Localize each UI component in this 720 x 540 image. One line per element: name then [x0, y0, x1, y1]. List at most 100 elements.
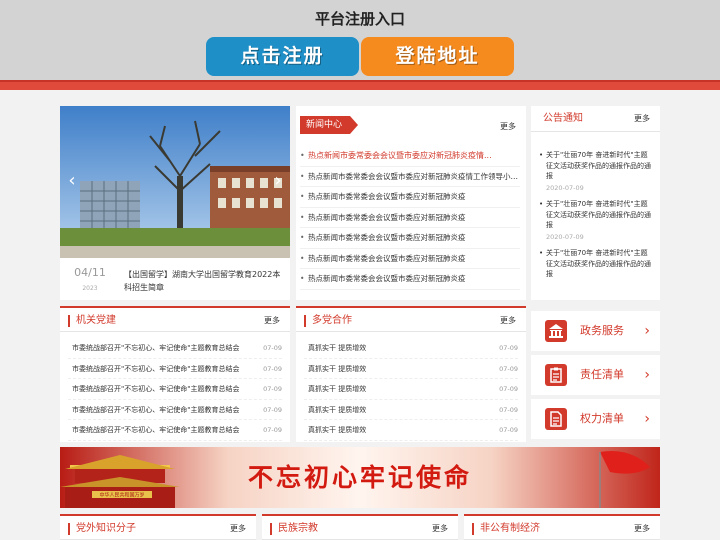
coop-more-link[interactable]: 更多 [500, 308, 516, 334]
list-item[interactable]: 真抓实干 提质增效 07-09 [304, 420, 518, 441]
news-item[interactable]: 热点新闻市委常委会会议暨市委应对新冠肺炎疫情... [300, 146, 520, 167]
list-item-date: 07-09 [499, 344, 518, 352]
party-header: 机关党建 更多 [60, 306, 290, 332]
list-item-date: 07-09 [499, 364, 518, 373]
chevron-right-icon: › [644, 367, 650, 383]
service-label: 政务服务 [580, 324, 624, 337]
notice-item-text: 关于"壮丽70年 奋进新时代"主题征文活动获奖作品的通报作品的通报 [546, 249, 651, 278]
clipboard-icon [545, 364, 567, 386]
slide-caption-link[interactable]: 【出国留学】湖南大学出国留学教育2022本科招生简章 [124, 268, 284, 294]
bottom-more-link[interactable]: 更多 [634, 516, 650, 540]
notice-item-text: 关于"壮丽70年 奋进新时代"主题征文活动获奖作品的通报作品的通报 [546, 151, 651, 180]
register-button[interactable]: 点击注册 [206, 37, 359, 76]
news-center-title: 新闻中心 [300, 116, 359, 134]
flag-icon [599, 451, 650, 508]
list-item-text: 真抓实干 提质增效 [308, 344, 367, 352]
list-item-date: 07-09 [263, 426, 282, 434]
notice-item-date: 2020-07-09 [546, 232, 584, 241]
bank-icon [545, 320, 567, 342]
notice-list: 关于"壮丽70年 奋进新时代"主题征文活动获奖作品的通报作品的通报 2020-07… [539, 150, 654, 286]
list-item[interactable]: 市委统战部召开"不忘初心、牢记使命"主题教育总结会 07-09 [68, 420, 282, 441]
list-item-date: 07-09 [263, 385, 282, 393]
list-item-text: 真抓实干 提质增效 [308, 405, 367, 414]
login-button[interactable]: 登陆地址 [361, 37, 514, 76]
multi-party-panel: 多党合作 更多 真抓实干 提质增效 07-09 真抓实干 提质增效 07-09 真抓… [296, 306, 526, 442]
notice-panel: 公告通知 更多 关于"壮丽70年 奋进新时代"主题征文活动获奖作品的通报作品的通… [531, 106, 660, 300]
service-item-government[interactable]: 政务服务 › [531, 311, 660, 351]
list-item-text: 市委统战部召开"不忘初心、牢记使命"主题教育总结会 [72, 364, 240, 373]
list-item-text: 真抓实干 提质增效 [308, 385, 367, 393]
list-item[interactable]: 市委统战部召开"不忘初心、牢记使命"主题教育总结会 07-09 [68, 359, 282, 379]
list-item[interactable]: 真抓实干 提质增效 07-09 [304, 379, 518, 400]
bottom-title: 民族宗教 [270, 523, 318, 535]
slide-date-day: 04/11 [74, 266, 106, 279]
list-item[interactable]: 真抓实干 提质增效 07-09 [304, 338, 518, 359]
news-item[interactable]: 热点新闻市委常委会会议暨市委应对新冠肺炎疫 [300, 269, 520, 290]
list-item[interactable]: 市委统战部召开"不忘初心、牢记使命"主题教育总结会 07-09 [68, 338, 282, 359]
news-item[interactable]: 热点新闻市委常委会会议暨市委应对新冠肺炎疫 [300, 187, 520, 208]
slogan-banner[interactable]: 中华人民共和国万岁 不忘初心牢记使命 [60, 447, 660, 508]
coop-list: 真抓实干 提质增效 07-09 真抓实干 提质增效 07-09 真抓实干 提质增效 0… [304, 338, 518, 441]
notice-item-date: 2020-07-09 [546, 183, 584, 192]
list-item-text: 真抓实干 提质增效 [308, 426, 367, 434]
list-item[interactable]: 市委统战部召开"不忘初心、牢记使命"主题教育总结会 07-09 [68, 379, 282, 400]
coop-title: 多党合作 [304, 315, 352, 327]
banner-slogan: 不忘初心牢记使命 [247, 463, 472, 492]
bottom-title: 非公有制经济 [472, 523, 540, 535]
party-more-link[interactable]: 更多 [264, 308, 280, 334]
service-links: 政务服务 › 责任清单 › 权力清单 › [531, 306, 660, 442]
news-item[interactable]: 热点新闻市委常委会会议暨市委应对新冠肺炎疫情工作领导小组会议 [300, 167, 520, 187]
service-item-responsibility[interactable]: 责任清单 › [531, 355, 660, 395]
intellectuals-panel: 党外知识分子 更多 [60, 514, 256, 540]
slider-next-button[interactable]: › [270, 170, 286, 192]
notice-item[interactable]: 关于"壮丽70年 奋进新时代"主题征文活动获奖作品的通报作品的通报 2020-07… [539, 199, 654, 242]
list-item-date: 07-09 [263, 344, 282, 352]
image-slider[interactable]: ‹ › 04/11 2023 【出国留学】湖南大学出国留学教育2022本科招生简… [60, 106, 290, 300]
nav-bar [0, 80, 720, 90]
notice-title: 公告通知 [543, 113, 583, 124]
party-title: 机关党建 [68, 315, 116, 327]
service-label: 权力清单 [580, 412, 624, 425]
overlay-title: 平台注册入口 [314, 10, 405, 28]
chevron-right-icon: › [644, 411, 650, 427]
notice-more-link[interactable]: 更多 [634, 106, 650, 132]
chevron-right-icon: › [644, 323, 650, 339]
slider-prev-button[interactable]: ‹ [64, 170, 80, 192]
bottom-title: 党外知识分子 [68, 523, 136, 535]
news-more-link[interactable]: 更多 [500, 114, 516, 140]
list-item[interactable]: 真抓实干 提质增效 07-09 [304, 359, 518, 379]
notice-item[interactable]: 关于"壮丽70年 奋进新时代"主题征文活动获奖作品的通报作品的通报 [539, 248, 654, 280]
news-list: 热点新闻市委常委会会议暨市委应对新冠肺炎疫情... 热点新闻市委常委会会议暨市委… [300, 146, 520, 290]
ethnic-religion-panel: 民族宗教 更多 [262, 514, 458, 540]
party-list: 市委统战部召开"不忘初心、牢记使命"主题教育总结会 07-09 市委统战部召开"不… [68, 338, 282, 441]
list-item-text: 市委统战部召开"不忘初心、牢记使命"主题教育总结会 [72, 385, 240, 393]
bottom-header: 党外知识分子 更多 [60, 514, 256, 540]
list-item-date: 07-09 [263, 364, 282, 373]
notice-header: 公告通知 更多 [531, 106, 660, 132]
registration-overlay: 平台注册入口 点击注册 登陆地址 [0, 0, 720, 80]
list-item[interactable]: 真抓实干 提质增效 07-09 [304, 400, 518, 420]
news-center-panel: 新闻中心 更多 热点新闻市委常委会会议暨市委应对新冠肺炎疫情... 热点新闻市委… [296, 106, 526, 300]
coop-header: 多党合作 更多 [296, 306, 526, 332]
party-building-panel: 机关党建 更多 市委统战部召开"不忘初心、牢记使命"主题教育总结会 07-09 市… [60, 306, 290, 442]
service-item-power[interactable]: 权力清单 › [531, 399, 660, 439]
list-item-text: 市委统战部召开"不忘初心、牢记使命"主题教育总结会 [72, 344, 240, 352]
news-item[interactable]: 热点新闻市委常委会会议暨市委应对新冠肺炎疫 [300, 228, 520, 249]
notice-item[interactable]: 关于"壮丽70年 奋进新时代"主题征文活动获奖作品的通报作品的通报 2020-07… [539, 150, 654, 193]
bottom-header: 民族宗教 更多 [262, 514, 458, 540]
list-item-date: 07-09 [499, 385, 518, 393]
bottom-header: 非公有制经济 更多 [464, 514, 660, 540]
list-item-text: 市委统战部召开"不忘初心、牢记使命"主题教育总结会 [72, 405, 240, 414]
list-item[interactable]: 市委统战部召开"不忘初心、牢记使命"主题教育总结会 07-09 [68, 400, 282, 420]
news-item[interactable]: 热点新闻市委常委会会议暨市委应对新冠肺炎疫 [300, 249, 520, 269]
document-icon [545, 408, 567, 430]
list-item-date: 07-09 [499, 405, 518, 414]
news-item[interactable]: 热点新闻市委常委会会议暨市委应对新冠肺炎疫 [300, 208, 520, 228]
non-public-economy-panel: 非公有制经济 更多 [464, 514, 660, 540]
bottom-more-link[interactable]: 更多 [230, 516, 246, 540]
bottom-more-link[interactable]: 更多 [432, 516, 448, 540]
list-item-text: 真抓实干 提质增效 [308, 364, 367, 373]
list-item-date: 07-09 [263, 405, 282, 414]
slide-date: 04/11 2023 [60, 266, 120, 292]
slide-image[interactable]: ‹ › [60, 106, 290, 258]
